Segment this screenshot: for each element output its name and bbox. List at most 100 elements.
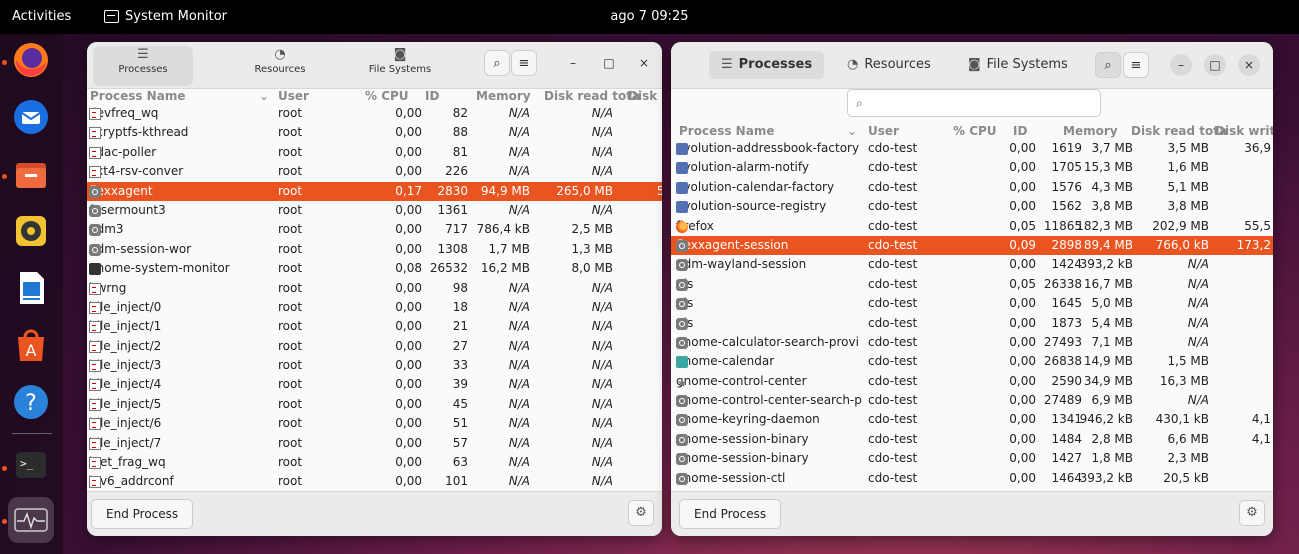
- table-row[interactable]: evolution-addressbook-factory cdo-test 0,0…: [671, 139, 1273, 158]
- thunderbird-icon[interactable]: [8, 94, 54, 140]
- table-row[interactable]: idle_inject/3 root 0,00 33 N/A N/A: [87, 356, 662, 375]
- table-row[interactable]: gdm-wayland-session cdo-test 0,00 1424 393,2…: [671, 255, 1273, 274]
- cell-cpu: 0,00: [1009, 354, 1036, 369]
- tab-label: Processes: [118, 64, 168, 75]
- col-disk-write[interactable]: Disk w: [628, 89, 662, 103]
- table-row[interactable]: fusermount3 root 0,00 1361 N/A N/A: [87, 201, 662, 220]
- table-row[interactable]: gnome-control-center-search-p cdo-test 0,0…: [671, 391, 1273, 410]
- app-center-icon[interactable]: A: [8, 322, 54, 368]
- end-process-button[interactable]: End Process: [679, 499, 782, 529]
- cell-cpu: 0,00: [1009, 470, 1036, 485]
- table-row[interactable]: idle_inject/6 root 0,00 51 N/A N/A: [87, 414, 662, 433]
- search-button[interactable]: ⌕: [484, 50, 510, 76]
- process-name-text: gnome-calendar: [676, 354, 775, 369]
- firefox-icon[interactable]: [8, 37, 54, 83]
- table-row[interactable]: idle_inject/4 root 0,00 39 N/A N/A: [87, 375, 662, 394]
- close-button[interactable]: ×: [633, 52, 655, 74]
- table-row[interactable]: gnome-session-binary cdo-test 0,00 1427 1,8 …: [671, 449, 1273, 468]
- table-row[interactable]: gnome-calendar cdo-test 0,00 26838 14,9 MB 1,…: [671, 352, 1273, 371]
- minimize-button[interactable]: –: [562, 52, 584, 74]
- menu-button[interactable]: ≡: [1123, 52, 1149, 78]
- cell-disk-read: N/A: [591, 474, 613, 489]
- table-row[interactable]: ★ gnome-control-center cdo-test 0,00 2590 34,…: [671, 372, 1273, 391]
- tab-label: Resources: [864, 57, 931, 72]
- table-row[interactable]: gnome-session-ctl cdo-test 0,00 1464 393,2 k…: [671, 469, 1273, 488]
- col-user[interactable]: User: [868, 124, 899, 138]
- menu-button[interactable]: ≡: [511, 50, 537, 76]
- cell-user: root: [278, 183, 303, 198]
- table-row[interactable]: ecryptfs-kthread root 0,00 88 N/A N/A: [87, 123, 662, 142]
- table-row[interactable]: gjs cdo-test 0,00 1645 5,0 MB N/A: [671, 294, 1273, 313]
- cell-pid: 1424: [1051, 257, 1082, 272]
- table-row[interactable]: ext4-rsv-conver root 0,00 226 N/A N/A: [87, 162, 662, 181]
- cell-pid: 1341: [1051, 412, 1082, 427]
- table-row[interactable]: hwrng root 0,00 98 N/A N/A: [87, 279, 662, 298]
- col-memory[interactable]: Memory: [476, 89, 531, 103]
- gear-icon[interactable]: ⚙: [1239, 500, 1265, 526]
- table-row[interactable]: gdm3 root 0,00 717 786,4 kB 2,5 MB: [87, 220, 662, 239]
- table-row[interactable]: devfreq_wq root 0,00 82 N/A N/A: [87, 104, 662, 123]
- table-row[interactable]: idle_inject/5 root 0,00 45 N/A N/A: [87, 395, 662, 414]
- end-process-button[interactable]: End Process: [91, 499, 194, 529]
- table-row[interactable]: idle_inject/2 root 0,00 27 N/A N/A: [87, 337, 662, 356]
- files-icon[interactable]: [8, 151, 54, 197]
- footer-bar: End Process ⚙: [671, 491, 1273, 536]
- tab-processes[interactable]: ☰ Processes: [93, 46, 193, 86]
- col-cpu[interactable]: % CPU: [953, 124, 997, 138]
- maximize-button[interactable]: □: [1204, 54, 1226, 76]
- table-row[interactable]: firefox cdo-test 0,05 11865 182,3 MB 202,9 MB…: [671, 217, 1273, 236]
- help-icon[interactable]: ?: [8, 379, 54, 425]
- clock[interactable]: ago 7 09:25: [0, 9, 1299, 24]
- col-disk-write[interactable]: Disk write: [1215, 124, 1273, 138]
- search-button[interactable]: ⌕: [1095, 52, 1121, 78]
- col-cpu[interactable]: % CPU: [365, 89, 409, 103]
- tab-resources[interactable]: ◔ Resources: [230, 46, 330, 86]
- table-row[interactable]: evolution-source-registry cdo-test 0,00 156…: [671, 197, 1273, 216]
- col-id[interactable]: ID: [1013, 124, 1027, 138]
- table-row[interactable]: gjs cdo-test 0,05 2633816,7 MB N/A: [671, 275, 1273, 294]
- table-row[interactable]: flexxagent root 0,17 2830 94,9 MB 265,0 MB 51: [87, 181, 662, 201]
- table-row[interactable]: evolution-calendar-factory cdo-test 0,00 15…: [671, 178, 1273, 197]
- table-row[interactable]: evolution-alarm-notify cdo-test 0,00 1705 15…: [671, 158, 1273, 177]
- search-input[interactable]: ⌕: [847, 89, 1101, 117]
- cell-cpu: 0,00: [1009, 373, 1036, 388]
- close-button[interactable]: ×: [1238, 54, 1260, 76]
- tab-processes[interactable]: ☰ Processes: [709, 51, 825, 79]
- col-user[interactable]: User: [278, 89, 309, 103]
- table-row[interactable]: flexxagent-session cdo-test 0,09 2898 89,4 M…: [671, 235, 1273, 256]
- writer-icon[interactable]: [8, 265, 54, 311]
- table-row[interactable]: gjs cdo-test 0,00 1873 5,4 MB N/A: [671, 314, 1273, 333]
- col-disk-read[interactable]: Disk read tota: [544, 89, 640, 103]
- col-disk-read[interactable]: Disk read tota: [1131, 124, 1227, 138]
- table-row[interactable]: gnome-system-monitor root 0,08 26532 16,2 MB…: [87, 259, 662, 278]
- tab-file-systems[interactable]: ◙ File Systems: [956, 51, 1080, 79]
- gear-icon[interactable]: ⚙: [628, 500, 654, 526]
- table-row[interactable]: inet_frag_wq root 0,00 63 N/A N/A: [87, 453, 662, 472]
- col-memory[interactable]: Memory: [1063, 124, 1118, 138]
- table-row[interactable]: edac-poller root 0,00 81 N/A N/A: [87, 143, 662, 162]
- tab-resources[interactable]: ◔ Resources: [835, 51, 943, 79]
- rhythmbox-icon[interactable]: [8, 208, 54, 254]
- col-id[interactable]: ID: [425, 89, 439, 103]
- table-row[interactable]: idle_inject/0 root 0,00 18 N/A N/A: [87, 298, 662, 317]
- terminal-icon[interactable]: >_: [8, 442, 54, 488]
- process-table[interactable]: evolution-addressbook-factory cdo-test 0,0…: [671, 139, 1273, 492]
- cell-memory: 5,0 MB: [1091, 296, 1133, 311]
- maximize-button[interactable]: □: [598, 52, 620, 74]
- table-row[interactable]: ipv6_addrconf root 0,00 101 N/A N/A: [87, 472, 662, 491]
- table-row[interactable]: gnome-session-binary cdo-test 0,00 1484 2,8 …: [671, 430, 1273, 449]
- cell-user: cdo-test: [868, 199, 918, 214]
- table-row[interactable]: gdm-session-wor root 0,00 1308 1,7 MB 1,3 MB: [87, 240, 662, 259]
- running-indicator: [2, 174, 7, 179]
- system-monitor-dock-icon[interactable]: [8, 497, 54, 543]
- table-row[interactable]: gnome-calculator-search-provi cdo-test 0,0…: [671, 333, 1273, 352]
- col-process-name[interactable]: Process Name: [90, 89, 185, 103]
- tab-file-systems[interactable]: ◙ File Systems: [350, 46, 450, 86]
- process-table[interactable]: devfreq_wq root 0,00 82 N/A N/A ecryptfs-kthre…: [87, 104, 662, 492]
- table-row[interactable]: idle_inject/1 root 0,00 21 N/A N/A: [87, 317, 662, 336]
- table-row[interactable]: gnome-keyring-daemon cdo-test 0,00 1341 946,…: [671, 410, 1273, 429]
- process-name-text: ext4-rsv-conver: [89, 164, 184, 179]
- col-process-name[interactable]: Process Name: [679, 124, 774, 138]
- table-row[interactable]: idle_inject/7 root 0,00 57 N/A N/A: [87, 434, 662, 453]
- minimize-button[interactable]: –: [1170, 54, 1192, 76]
